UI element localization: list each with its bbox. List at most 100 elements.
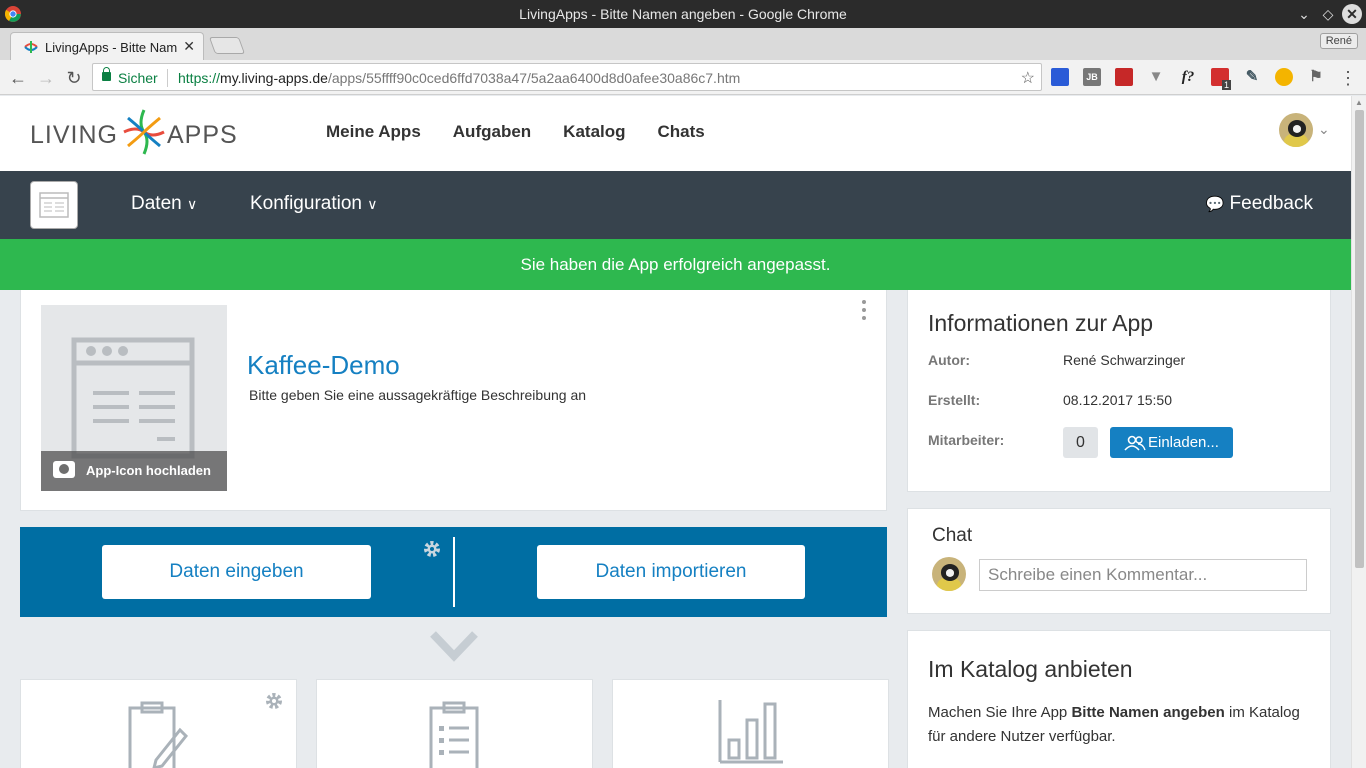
extension-badge: 1	[1222, 80, 1232, 90]
catalog-card: Im Katalog anbieten Machen Sie Ihre App …	[907, 630, 1331, 768]
menu-konfiguration[interactable]: Konfiguration ∨	[250, 193, 378, 215]
url-host: my.living-apps.de	[220, 70, 328, 86]
chevron-down-icon: ∨	[367, 196, 378, 212]
chat-heading: Chat	[932, 525, 973, 546]
feedback-label: Feedback	[1229, 193, 1313, 214]
extension-flag-icon[interactable]: ⚑	[1307, 68, 1325, 86]
invite-label: Einladen...	[1148, 434, 1219, 451]
url-text[interactable]: https://my.living-apps.de/apps/55ffff90c…	[178, 70, 740, 86]
clipboard-pen-icon	[128, 701, 189, 768]
catalog-heading: Im Katalog anbieten	[928, 656, 1133, 682]
close-window-icon[interactable]: ✕	[1342, 4, 1362, 24]
app-icon-box[interactable]: App-Icon hochladen	[41, 305, 227, 491]
author-value: René Schwarzinger	[1063, 352, 1186, 368]
speech-bubble-icon: 💬	[1205, 196, 1225, 213]
app-card: App-Icon hochladen Kaffee-Demo Bitte geb…	[20, 290, 887, 511]
more-options-icon[interactable]	[862, 300, 866, 324]
gear-icon[interactable]	[264, 691, 284, 711]
logo-text-apps: APPS	[167, 121, 238, 149]
catalog-app-name: Bitte Namen angeben	[1071, 704, 1225, 721]
chevron-down-icon	[430, 631, 478, 662]
nav-chats[interactable]: Chats	[658, 122, 705, 141]
app-description[interactable]: Bitte geben Sie eine aussagekräftige Bes…	[249, 387, 586, 403]
app-placeholder-large-icon	[71, 337, 195, 459]
nav-katalog[interactable]: Katalog	[563, 122, 625, 141]
staff-count-badge: 0	[1063, 427, 1098, 458]
chat-card: Chat Schreibe einen Kommentar...	[907, 508, 1331, 614]
window-titlebar: LivingApps - Bitte Namen angeben - Googl…	[0, 0, 1366, 28]
url-scheme: https://	[178, 70, 221, 86]
extension-chrome-icon[interactable]	[1275, 68, 1293, 86]
extension-pen-icon[interactable]: ✎	[1243, 68, 1261, 86]
extension-f-icon[interactable]: f?	[1179, 68, 1197, 86]
extension-blue-icon[interactable]	[1051, 68, 1069, 86]
user-avatar[interactable]	[1279, 113, 1313, 147]
catalog-text: Machen Sie Ihre App Bitte Namen angeben …	[928, 701, 1318, 749]
camera-icon	[53, 461, 75, 478]
window-title: LivingApps - Bitte Namen angeben - Googl…	[519, 6, 847, 22]
livingapps-favicon-icon	[24, 41, 38, 53]
bar-chart-icon	[718, 700, 783, 764]
livingapps-logo[interactable]: LIVING APPS	[30, 104, 237, 160]
import-data-button[interactable]: Daten importieren	[537, 545, 805, 599]
browser-toolbar: ← → ↻ Sicher https://my.living-apps.de/a…	[0, 60, 1366, 95]
app-title[interactable]: Kaffee-Demo	[247, 350, 400, 381]
scroll-up-icon[interactable]: ▲	[1355, 98, 1363, 107]
success-banner: Sie haben die App erfolgreich angepasst.	[0, 239, 1351, 290]
catalog-text-before: Machen Sie Ihre App	[928, 704, 1072, 721]
extension-v-icon[interactable]: ▼	[1147, 68, 1165, 86]
bookmark-star-icon[interactable]: ☆	[1021, 68, 1035, 88]
user-menu-chevron-icon[interactable]: ⌄	[1318, 121, 1330, 138]
url-path: /apps/55ffff90c0ced6ffd7038a47/5a2aa6400…	[327, 70, 741, 86]
tab-strip: LivingApps - Bitte Namen angeben ✕ René	[0, 28, 1366, 60]
comment-input[interactable]: Schreibe einen Kommentar...	[979, 559, 1307, 591]
omnibox-divider	[167, 69, 168, 87]
logo-mark-icon	[123, 109, 165, 155]
browser-tab[interactable]: LivingApps - Bitte Namen angeben ✕	[10, 32, 204, 60]
feedback-button[interactable]: 💬 Feedback	[1206, 193, 1313, 215]
tab-close-icon[interactable]: ✕	[183, 38, 195, 55]
chrome-menu-icon[interactable]: ⋮	[1336, 66, 1360, 90]
nav-aufgaben[interactable]: Aufgaben	[453, 122, 531, 141]
top-navigation: LIVING APPS Meine Apps Aufgaben Katalog Cha…	[0, 96, 1351, 171]
page-content: LIVING APPS Meine Apps Aufgaben Katalog Cha…	[0, 96, 1351, 768]
tile-form[interactable]	[20, 679, 297, 768]
menu-daten[interactable]: Daten ∨	[131, 193, 197, 215]
staff-label: Mitarbeiter:	[928, 432, 1005, 448]
back-icon[interactable]: ←	[6, 66, 30, 90]
maximize-icon[interactable]: ◇	[1318, 4, 1338, 24]
new-tab-button[interactable]	[208, 37, 246, 54]
chevron-down-icon: ∨	[186, 196, 198, 212]
extension-jb-icon[interactable]: JB	[1083, 68, 1101, 86]
created-value: 08.12.2017 15:50	[1063, 392, 1172, 408]
reload-icon[interactable]: ↻	[62, 66, 86, 90]
profile-chip[interactable]: René	[1319, 33, 1358, 49]
logo-text-living: LIVING	[30, 121, 118, 149]
gear-icon[interactable]	[422, 539, 442, 559]
app-placeholder-icon	[39, 192, 69, 218]
nav-meine-apps[interactable]: Meine Apps	[326, 122, 421, 141]
tab-title: LivingApps - Bitte Namen angeben	[45, 40, 177, 55]
tile-list[interactable]	[316, 679, 593, 768]
app-icon-small[interactable]	[30, 181, 78, 229]
data-actions-bar: Daten eingeben Daten importieren	[20, 527, 887, 617]
lock-icon	[102, 67, 111, 81]
page-scrollbar[interactable]: ▲	[1351, 96, 1366, 768]
extension-red-icon[interactable]	[1115, 68, 1133, 86]
invite-button[interactable]: Einladen...	[1110, 427, 1233, 458]
menu-daten-label: Daten	[131, 193, 182, 214]
address-bar[interactable]: Sicher https://my.living-apps.de/apps/55…	[92, 63, 1042, 91]
tile-chart[interactable]	[612, 679, 889, 768]
actions-divider	[453, 537, 455, 607]
author-label: Autor:	[928, 352, 970, 368]
chat-avatar	[932, 557, 966, 591]
forward-icon[interactable]: →	[34, 66, 58, 90]
scrollbar-thumb[interactable]	[1355, 110, 1364, 568]
minimize-icon[interactable]: ⌄	[1294, 4, 1314, 24]
upload-label: App-Icon hochladen	[86, 463, 211, 478]
enter-data-button[interactable]: Daten eingeben	[102, 545, 371, 599]
users-icon	[1124, 435, 1146, 451]
app-bar: Daten ∨ Konfiguration ∨ 💬 Feedback	[0, 171, 1351, 239]
upload-app-icon-button[interactable]: App-Icon hochladen	[41, 451, 227, 491]
main-navigation: Meine Apps Aufgaben Katalog Chats	[326, 122, 737, 142]
